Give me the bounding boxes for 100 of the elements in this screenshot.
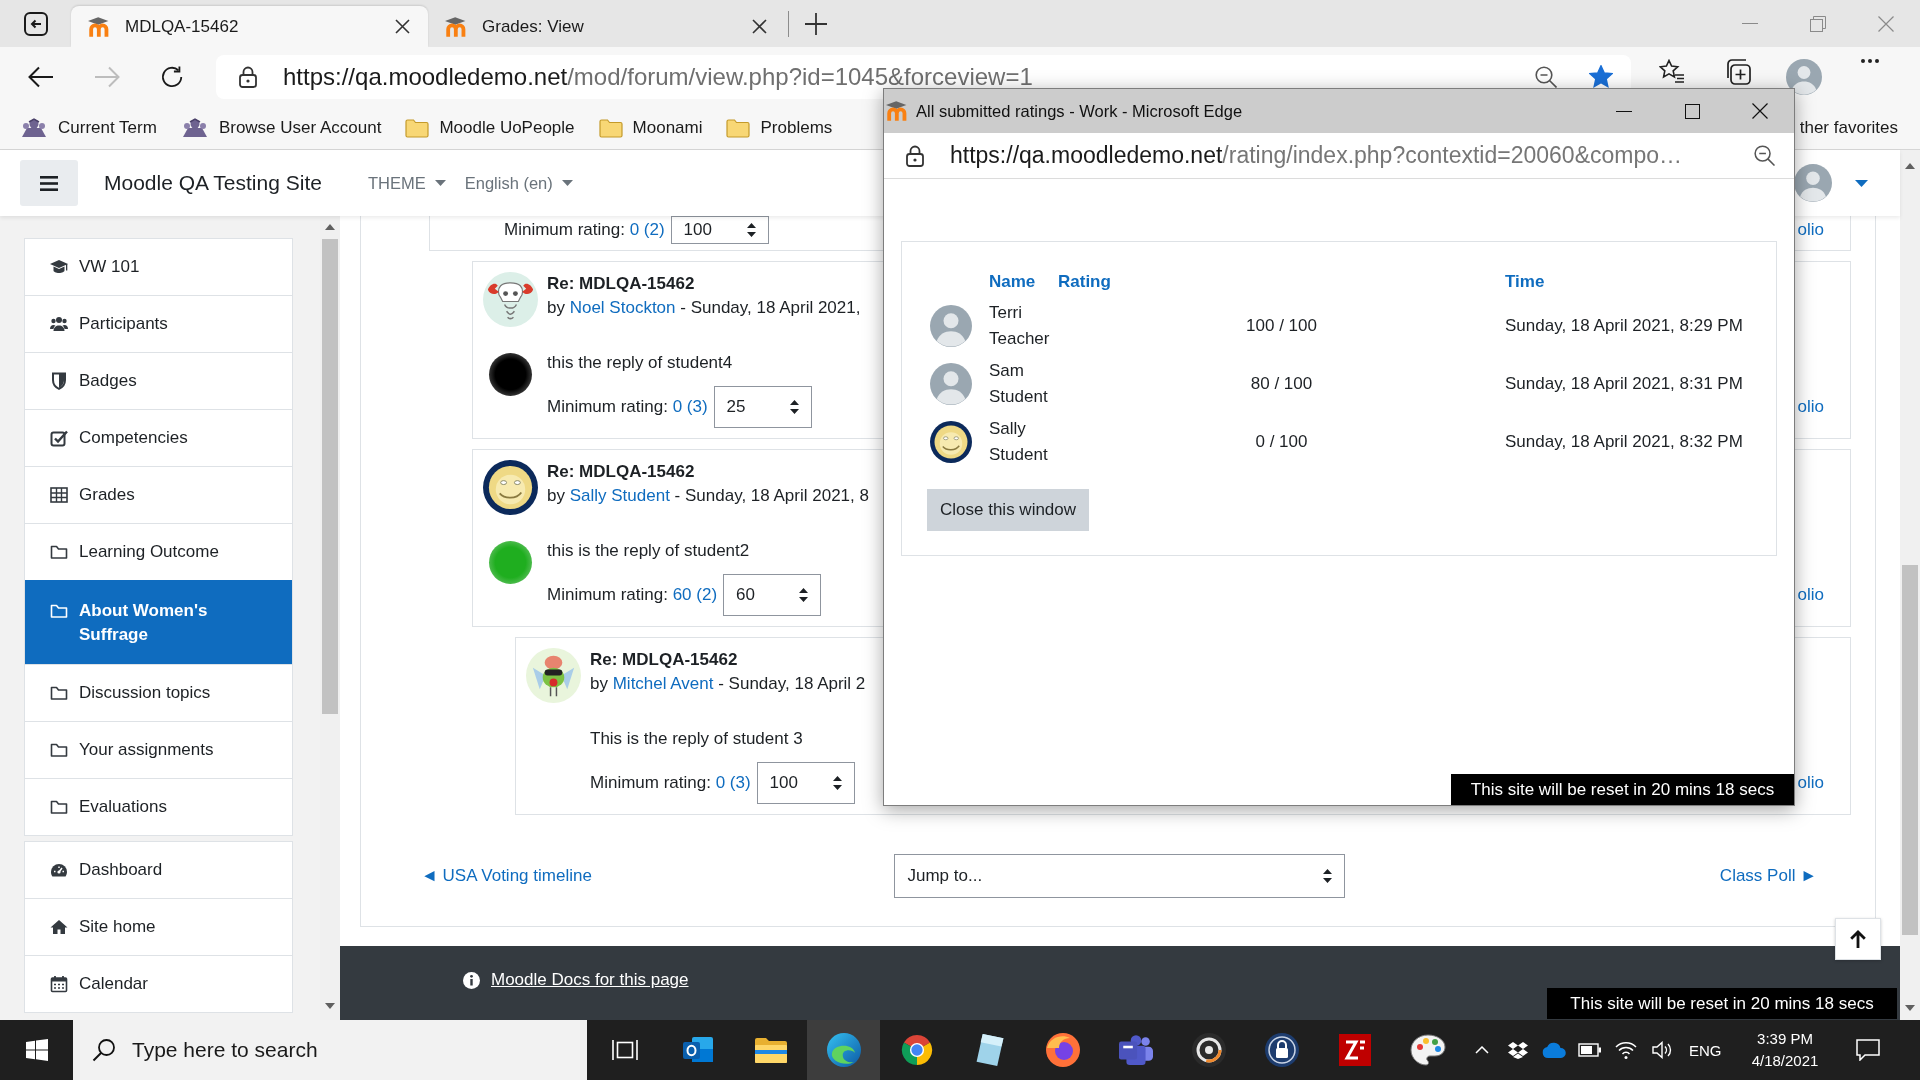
wifi-icon[interactable] <box>1615 1040 1637 1060</box>
zigzag-tile-icon <box>1338 1034 1371 1066</box>
caret-up-icon[interactable] <box>1905 163 1915 169</box>
close-icon[interactable] <box>1752 103 1768 119</box>
nav-item[interactable]: Evaluations <box>25 778 292 835</box>
author-link[interactable]: Noel Stockton <box>569 298 676 317</box>
maximize-icon[interactable] <box>1684 103 1700 119</box>
folder-icon <box>50 741 68 759</box>
next-activity-link[interactable]: Class Poll ► <box>1719 864 1817 888</box>
info-icon <box>463 971 480 989</box>
table-icon <box>50 486 68 504</box>
nav-dropdown[interactable]: THEME <box>368 173 446 193</box>
creature-avatar-icon[interactable] <box>526 648 581 703</box>
bookmark-link[interactable]: Current Term <box>8 117 169 138</box>
nav-item[interactable]: VW 101 <box>25 239 292 295</box>
nav-dropdown[interactable]: English (en) <box>464 173 573 193</box>
language-indicator[interactable]: ENG <box>1680 1020 1738 1080</box>
rating-count-link[interactable]: 0 (3) <box>672 397 708 416</box>
cloud-icon[interactable] <box>1542 1042 1566 1058</box>
search-field[interactable]: Type here to search <box>73 1020 587 1080</box>
person-avatar-icon[interactable] <box>1786 58 1822 95</box>
bookmark-link[interactable]: Moodle UoPeople <box>393 117 587 138</box>
nav-item[interactable]: Participants <box>25 295 292 352</box>
reset-notice: This site will be reset in 20 mins 18 secs <box>1547 988 1897 1019</box>
bookmark-link[interactable]: Moonami <box>586 117 715 138</box>
caret-down-icon[interactable] <box>1855 179 1868 187</box>
minimize-icon[interactable] <box>1616 110 1632 112</box>
tab-actions-icon[interactable] <box>23 11 48 36</box>
nav-item[interactable]: Calendar <box>25 955 292 1012</box>
star-list-icon[interactable] <box>1659 58 1685 83</box>
caret-down-icon[interactable] <box>1905 1005 1915 1011</box>
column-header[interactable]: Time <box>1505 267 1756 297</box>
clock-date[interactable]: 4/18/2021 <box>1751 1050 1819 1072</box>
close-window-button[interactable]: Close this window <box>927 489 1090 531</box>
column-header[interactable]: Rating <box>1058 267 1505 297</box>
chevron-up-icon[interactable] <box>1475 1046 1489 1054</box>
speech-bubble-icon[interactable] <box>1856 1039 1880 1061</box>
post-action-link[interactable]: olio <box>1797 218 1824 242</box>
nav-item[interactable]: Discussion topics <box>25 664 292 721</box>
close-icon[interactable] <box>395 19 410 34</box>
nav-item[interactable]: Badges <box>25 352 292 409</box>
docs-link[interactable]: Moodle Docs for this page <box>491 968 689 992</box>
post-action-link[interactable]: olio <box>1797 771 1824 795</box>
nav-item[interactable]: Grades <box>25 466 292 523</box>
close-icon[interactable] <box>752 19 767 34</box>
person-avatar-icon[interactable] <box>1794 164 1832 202</box>
bookmark-link[interactable]: ther favorites <box>1799 117 1898 138</box>
diamond-box-icon[interactable] <box>1508 1041 1528 1059</box>
rating-count-link[interactable]: 0 (3) <box>715 773 751 792</box>
lock-icon[interactable] <box>239 65 257 88</box>
rating-count-link[interactable]: 0 (2) <box>629 220 665 239</box>
folder-icon <box>405 117 430 138</box>
lock-icon[interactable] <box>906 144 924 167</box>
zoom-out-icon[interactable] <box>1535 65 1557 88</box>
shield-icon <box>50 372 68 390</box>
jump-select[interactable]: Jump to... <box>893 854 1345 898</box>
caret-down-icon[interactable] <box>325 1003 335 1009</box>
previous-activity-link[interactable]: ◄ USA Voting timeline <box>421 864 592 888</box>
restore-icon[interactable] <box>1810 15 1826 32</box>
author-link[interactable]: Sally Student <box>569 486 670 505</box>
battery-icon[interactable] <box>1578 1043 1602 1057</box>
arrow-left-icon[interactable] <box>28 65 54 88</box>
rating-select[interactable]: 60 <box>723 574 822 616</box>
menu-button[interactable] <box>20 160 78 206</box>
post-action-link[interactable]: olio <box>1797 395 1824 419</box>
disc-icon <box>1191 1033 1226 1067</box>
rating-select[interactable]: 100 <box>756 762 855 804</box>
more-icon[interactable] <box>1861 58 1879 63</box>
nav-item[interactable]: Your assignments <box>25 721 292 778</box>
cartoon-avatar-icon[interactable] <box>483 272 538 327</box>
nav-item[interactable]: About Women's Suffrage <box>25 580 292 664</box>
clock-time[interactable]: 3:39 PM <box>1757 1028 1813 1050</box>
scrollbar-thumb[interactable] <box>1902 565 1918 935</box>
scrollbar-thumb[interactable] <box>322 239 338 714</box>
up-down-caret-icon <box>746 223 756 237</box>
site-logo-icon <box>445 16 466 37</box>
calendar-icon <box>50 975 68 993</box>
four-panes-icon[interactable] <box>25 1039 48 1061</box>
bookmark-link[interactable]: Browse User Account <box>168 117 394 138</box>
author-link[interactable]: Mitchel Avent <box>612 674 714 693</box>
bookmark-link[interactable]: Problems <box>714 117 845 138</box>
star-icon[interactable] <box>1589 65 1613 88</box>
column-header[interactable]: Name <box>989 267 1058 297</box>
speaker-icon[interactable] <box>1652 1041 1672 1059</box>
nav-item[interactable]: Dashboard <box>25 842 292 898</box>
caret-up-icon[interactable] <box>325 224 335 230</box>
rating-count-link[interactable]: 60 (2) <box>672 585 718 604</box>
collections-icon[interactable] <box>1725 58 1751 85</box>
browser-tab[interactable]: MDLQA-15462 <box>71 6 428 47</box>
zoom-out-icon[interactable] <box>1754 145 1775 166</box>
rating-select[interactable]: 25 <box>713 386 812 428</box>
site-name[interactable]: Moodle QA Testing Site <box>104 171 343 195</box>
post-action-link[interactable]: olio <box>1797 583 1824 607</box>
back-to-top-button[interactable] <box>1835 918 1881 960</box>
nav-item[interactable]: Site home <box>25 898 292 955</box>
nav-item[interactable]: Competencies <box>25 409 292 466</box>
plus-icon[interactable] <box>805 12 827 35</box>
browser-tab[interactable]: Grades: View <box>428 6 785 47</box>
smiley-avatar-icon[interactable] <box>483 460 538 515</box>
rating-select[interactable]: 100 <box>670 216 769 244</box>
